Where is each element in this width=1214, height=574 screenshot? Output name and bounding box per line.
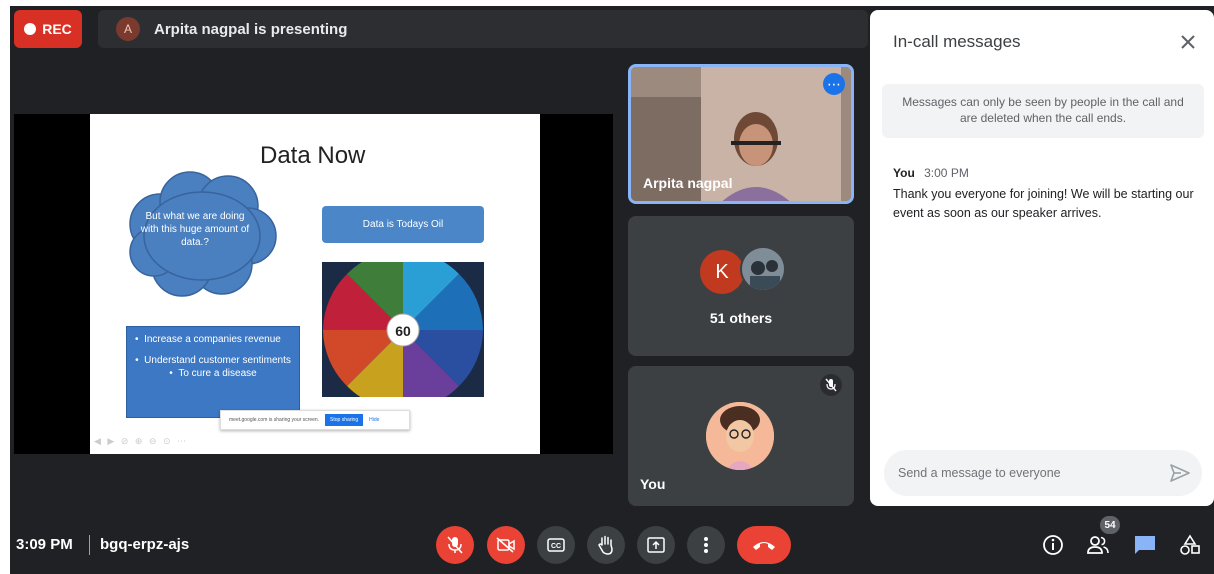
you-label: You	[640, 476, 666, 492]
chat-title: In-call messages	[893, 32, 1021, 51]
wheel-label: 60	[395, 323, 411, 339]
vertical-dots-icon	[704, 537, 708, 553]
participant-tile-others[interactable]: K 51 others	[628, 216, 854, 356]
chat-button[interactable]	[1131, 531, 1159, 559]
captions-icon: CC	[547, 538, 565, 552]
meeting-details-button[interactable]	[1039, 531, 1067, 559]
slide: Data Now But what we are doing with this…	[90, 114, 540, 454]
avatar: K	[700, 250, 744, 294]
rec-label: REC	[42, 21, 72, 37]
avatar-photo	[740, 246, 786, 292]
mic-off-icon	[447, 536, 463, 554]
share-text: meet.google.com is sharing your screen.	[229, 417, 320, 423]
camera-off-icon	[496, 537, 515, 553]
participant-name: Arpita nagpal	[643, 175, 733, 191]
presenting-text: Arpita nagpal is presenting	[154, 20, 348, 38]
meeting-code: bgq-erpz-ajs	[100, 536, 190, 553]
screen-share-bar: meet.google.com is sharing your screen. …	[220, 410, 410, 430]
hand-icon	[598, 535, 613, 555]
record-dot-icon	[24, 23, 37, 35]
divider	[89, 535, 90, 555]
slide-nav-controls[interactable]: ◀ ▶ ⊘ ⊕ ⊖ ⊙ ⋯	[94, 436, 188, 447]
raise-hand-button[interactable]	[587, 526, 625, 564]
present-icon	[647, 537, 665, 553]
recording-indicator[interactable]: REC	[14, 10, 82, 48]
participant-tile-you[interactable]: You	[628, 366, 854, 506]
oil-box: Data is Todays Oil	[322, 206, 484, 243]
hangup-icon	[753, 542, 775, 550]
send-icon[interactable]	[1168, 462, 1192, 484]
chat-notice: Messages can only be seen by people in t…	[882, 84, 1204, 138]
mic-toggle-button[interactable]	[436, 526, 474, 564]
camera-toggle-button[interactable]	[487, 526, 525, 564]
activities-button[interactable]	[1176, 531, 1204, 559]
message-time: 3:00 PM	[924, 166, 969, 180]
chat-icon	[1135, 536, 1155, 554]
bullet-item: • To cure a disease	[169, 368, 257, 379]
data-wheel-image: 60	[322, 262, 484, 397]
stop-sharing-button[interactable]: Stop sharing	[325, 414, 364, 426]
participants-button[interactable]	[1084, 531, 1112, 559]
bullet-box: • Increase a companies revenue • Underst…	[126, 326, 300, 418]
participants-count-badge: 54	[1100, 516, 1120, 534]
message-input-container	[884, 450, 1202, 496]
svg-text:CC: CC	[551, 543, 561, 550]
captions-button[interactable]: CC	[537, 526, 575, 564]
bullet-item: • Increase a companies revenue	[135, 334, 281, 345]
leave-call-button[interactable]	[737, 526, 791, 564]
more-options-icon[interactable]: ⋯	[823, 73, 845, 95]
hide-button[interactable]: Hide	[369, 417, 379, 423]
presenting-banner: A Arpita nagpal is presenting	[98, 10, 868, 48]
cloud-text: But what we are doing with this huge amo…	[140, 211, 250, 248]
bullet-item: • Understand customer sentiments	[135, 355, 291, 366]
message-input[interactable]	[898, 462, 1148, 484]
presentation-view[interactable]: Data Now But what we are doing with this…	[14, 114, 613, 454]
info-icon	[1043, 535, 1063, 555]
people-icon	[1087, 536, 1109, 554]
meeting-time: 3:09 PM	[16, 536, 73, 553]
you-avatar	[706, 402, 774, 470]
meeting-stage: REC A Arpita nagpal is presenting Data N…	[10, 6, 1214, 574]
close-icon[interactable]	[1176, 30, 1200, 54]
present-screen-button[interactable]	[637, 526, 675, 564]
more-options-button[interactable]	[687, 526, 725, 564]
chat-panel: In-call messages Messages can only be se…	[870, 10, 1214, 506]
presenter-avatar: A	[116, 17, 140, 41]
message-sender: You	[893, 166, 915, 180]
message-text: Thank you everyone for joining! We will …	[893, 187, 1194, 220]
activities-icon	[1180, 534, 1200, 555]
mic-off-icon	[820, 374, 842, 396]
message-header: You 3:00 PM	[893, 166, 969, 180]
others-label: 51 others	[709, 310, 773, 326]
participant-tile-arpita[interactable]: ⋯ Arpita nagpal	[628, 64, 854, 204]
